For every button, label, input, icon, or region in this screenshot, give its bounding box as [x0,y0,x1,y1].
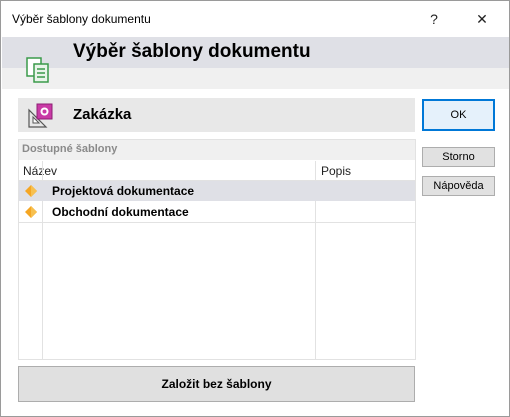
template-dialog: Výběr šablony dokumentu ? ✕ Výběr šablon… [0,0,510,417]
project-order-icon [28,103,53,128]
document-template-icon [26,57,49,83]
table-row[interactable]: Projektová dokumentace [19,181,415,201]
diamond-icon [25,206,37,218]
help-title-button[interactable]: ? [411,1,457,37]
section-title: Zakázka [73,106,132,123]
title-bar: Výběr šablony dokumentu ? ✕ [1,1,509,37]
column-header-label: Popis [321,164,352,178]
templates-grid: Dostupné šablony Název Popis Projektová … [18,139,416,360]
cancel-button[interactable]: Storno [422,147,495,167]
window-title: Výběr šablony dokumentu [12,12,151,26]
column-header-description[interactable]: Popis [316,161,415,180]
table-row[interactable]: Obchodní dokumentace [19,202,415,222]
header-title: Výběr šablony dokumentu [73,41,311,62]
question-icon: ? [430,11,438,27]
column-header-label: Název [23,164,58,178]
dialog-header: Výběr šablony dokumentu [2,37,509,89]
help-button[interactable]: Nápověda [422,176,495,196]
grid-group-label: Dostupné šablony [22,143,118,155]
row-name: Obchodní dokumentace [52,205,189,219]
close-icon: ✕ [476,10,488,27]
column-header-name[interactable]: Název [19,161,315,180]
diamond-icon [25,185,37,197]
order-section: Zakázka [18,98,415,132]
ok-button[interactable]: OK [422,99,495,131]
row-name: Projektová dokumentace [52,184,195,198]
create-without-template-button[interactable]: Založit bez šablony [18,366,415,402]
row-divider [19,222,415,223]
close-button[interactable]: ✕ [459,1,505,37]
grid-group-header: Dostupné šablony [19,140,415,160]
